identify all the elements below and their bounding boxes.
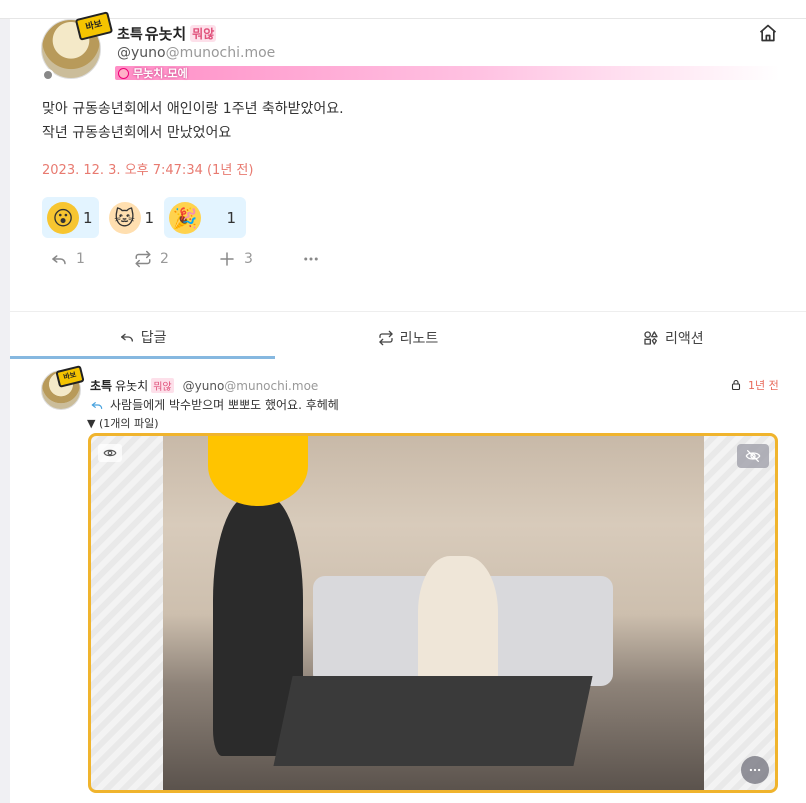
tab-renotes[interactable]: 리노트: [275, 317, 540, 359]
reaction-count: 1: [144, 208, 155, 227]
party-emoji-icon: 🎉: [169, 201, 202, 234]
reply-author-name[interactable]: 초특 유놋치 뭐않 @yuno@munochi.moe: [90, 377, 318, 394]
home-icon[interactable]: [758, 23, 778, 43]
plus-icon: [220, 252, 234, 266]
reply-icon: [120, 333, 133, 342]
photo-person-center: [418, 556, 498, 696]
reactions-list: 😮 1 🐱 1 🎉 1: [42, 197, 247, 238]
eye-off-icon: [745, 450, 761, 462]
username: @yuno: [117, 45, 166, 61]
reply-icon: [91, 401, 103, 409]
section-divider: [10, 311, 806, 312]
author-display-name[interactable]: 초특 유놋치 뭐않: [117, 23, 217, 44]
reaction-button-party[interactable]: 🎉 1: [164, 197, 247, 238]
reply-text: 사람들에게 박수받으며 뽀뽀도 했어요. 후헤헤: [90, 396, 339, 413]
lock-icon: [731, 379, 741, 391]
show-sensitive-button[interactable]: [98, 444, 122, 462]
reply-meta: 1년 전: [730, 377, 779, 393]
reaction-count: 1: [83, 208, 93, 227]
more-button[interactable]: [302, 250, 386, 268]
reply-icon: [52, 255, 66, 265]
renote-count: 2: [160, 251, 169, 267]
renote-icon: [379, 330, 393, 346]
tab-label: 답글: [140, 329, 167, 346]
instance-name: 무놋치.모에: [133, 67, 188, 80]
reaction-count: 1: [226, 208, 237, 227]
tab-label: 리노트: [399, 331, 439, 347]
reaction-button-cat[interactable]: 🐱 1: [105, 197, 159, 238]
note-actions: 1 2 3: [50, 250, 386, 268]
tab-reactions[interactable]: 리액션: [541, 317, 806, 359]
display-name-prefix: 초특: [117, 26, 143, 43]
files-toggle[interactable]: ▼ (1개의 파일): [87, 415, 159, 431]
username-host: @munochi.moe: [224, 378, 319, 393]
display-name-prefix: 초특: [90, 379, 113, 393]
reactions-icon: [644, 331, 658, 345]
tab-replies[interactable]: 답글: [10, 317, 276, 359]
media-attachment[interactable]: [88, 433, 778, 793]
display-name-text: 유놋치: [144, 25, 187, 43]
eye-icon: [103, 449, 117, 457]
attached-photo[interactable]: [163, 436, 704, 790]
username-host: @munochi.moe: [165, 45, 276, 61]
reply-count: 1: [76, 251, 85, 267]
more-dots-icon: [304, 257, 318, 261]
online-status-indicator: [42, 69, 54, 81]
instance-ticker: 무놋치.모에: [115, 66, 780, 80]
author-avatar[interactable]: 바보: [41, 11, 114, 81]
renote-button[interactable]: 2: [134, 250, 218, 268]
note-text-line-2: 작년 규동송년회에서 만났었어요: [42, 125, 232, 141]
tab-label: 리액션: [665, 331, 704, 347]
more-dots-icon: [749, 768, 761, 772]
renote-icon: [135, 250, 151, 268]
reply-author-handle: @yuno@munochi.moe: [183, 379, 319, 393]
top-strip: [0, 0, 806, 19]
display-name-text: 유놋치: [115, 379, 149, 393]
note-timestamp[interactable]: 2023. 12. 3. 오후 7:47:34 (1년 전): [42, 159, 253, 178]
add-reaction-button[interactable]: 3: [218, 250, 302, 268]
reply-text-content: 사람들에게 박수받으며 뽀뽀도 했어요. 후헤헤: [110, 398, 339, 412]
note-text-line-1: 맞아 규동송년회에서 애인이랑 1주년 축하받았어요.: [42, 101, 344, 117]
name-badge-emoji: 뭐않: [151, 378, 174, 393]
photo-censor-blob: [208, 436, 308, 506]
note-text: 맞아 규동송년회에서 애인이랑 1주년 축하받았어요. 작년 규동송년회에서 만…: [42, 97, 344, 145]
cat-emoji-icon: 🐱: [108, 201, 141, 234]
instance-icon: [118, 67, 129, 79]
author-handle[interactable]: @yuno@munochi.moe: [117, 45, 275, 61]
hide-media-button[interactable]: [737, 444, 769, 468]
name-badge-emoji: 뭐않: [190, 25, 217, 42]
note-tabs: 답글 리노트 리액션: [10, 317, 806, 359]
note-detail-card: 바보 초특 유놋치 뭐않 @yuno@munochi.moe 무놋치.모에 맞아…: [10, 11, 806, 803]
reply-button[interactable]: 1: [50, 250, 134, 268]
reaction-button-surprised[interactable]: 😮 1: [42, 197, 99, 238]
username: @yuno: [182, 378, 225, 393]
reaction-total-count: 3: [244, 251, 253, 267]
photo-table: [273, 676, 593, 766]
media-more-button[interactable]: [741, 756, 769, 784]
reply-time[interactable]: 1년 전: [748, 377, 779, 393]
surprised-face-emoji-icon: 😮: [47, 201, 79, 234]
reply-author-avatar[interactable]: 바보: [41, 365, 85, 414]
